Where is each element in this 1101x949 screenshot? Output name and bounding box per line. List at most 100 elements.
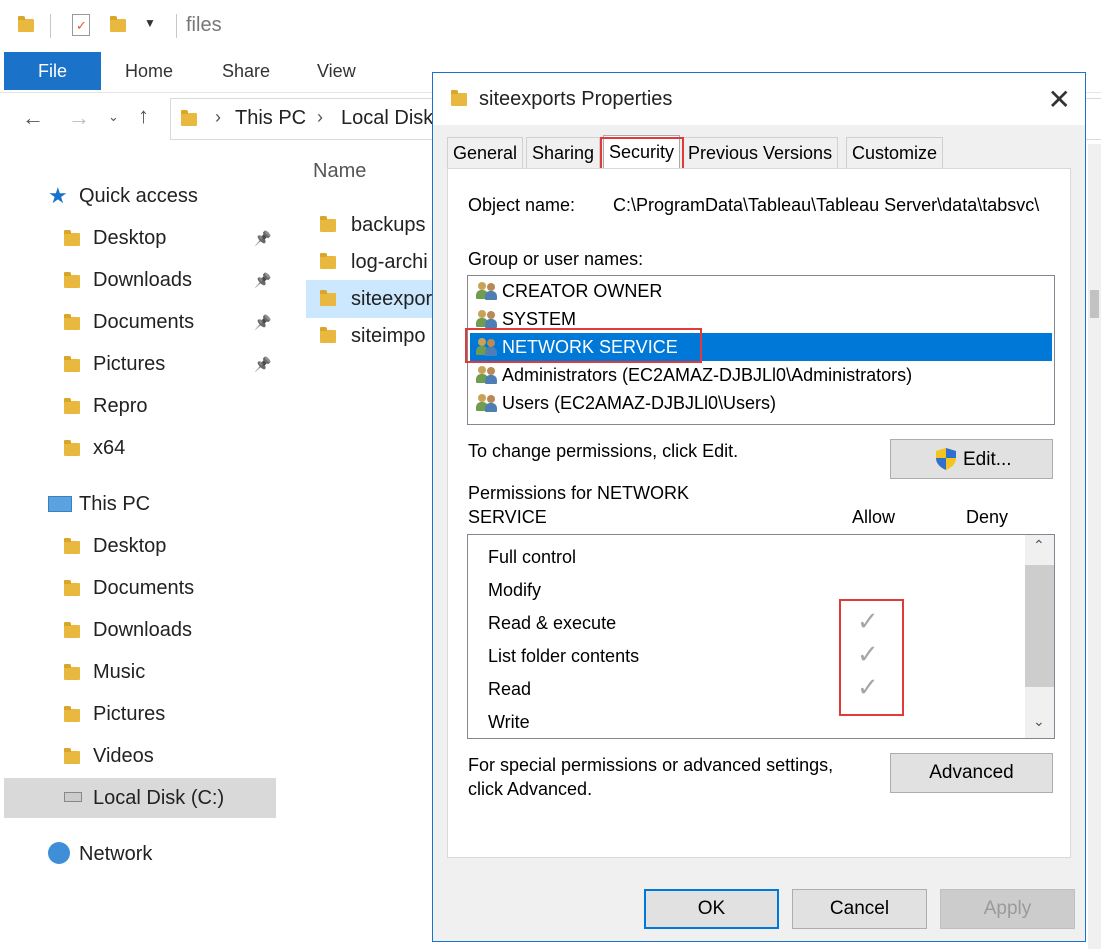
dialog-titlebar: siteexports Properties ✕ (433, 73, 1085, 125)
tab-customize[interactable]: Customize (846, 137, 944, 168)
file-list-item[interactable]: backups (306, 206, 432, 244)
permission-row-label: Full control (488, 547, 577, 567)
user-list-item[interactable]: Administrators (EC2AMAZ-DJBJLl0\Administ… (470, 361, 1052, 389)
pictures-folder-icon (64, 356, 80, 372)
tab-sharing[interactable]: Sharing (526, 137, 601, 168)
file-list-item[interactable]: log-archi (306, 243, 432, 281)
drive-icon (64, 792, 82, 802)
back-arrow-icon[interactable]: ← (22, 105, 44, 131)
breadcrumb-local-disk[interactable]: Local Disk (341, 107, 433, 130)
sidebar-item-documents[interactable]: Documents (62, 568, 280, 608)
folder-icon (320, 290, 336, 306)
sidebar-item-label: Documents (93, 577, 195, 599)
ribbon-tab-view[interactable]: View (317, 52, 356, 90)
sidebar-item-music[interactable]: Music (62, 652, 280, 692)
sidebar-item-label: Desktop (93, 535, 167, 557)
qat-dropdown-icon[interactable]: ▼ (144, 16, 156, 30)
permission-row-label: Read & execute (488, 613, 617, 633)
sidebar-item-documents[interactable]: Documents 📌 (62, 302, 280, 342)
sidebar-item-label: Documents (93, 311, 195, 333)
sidebar-item-desktop[interactable]: Desktop 📌 (62, 218, 280, 258)
sidebar-item-videos[interactable]: Videos (62, 736, 280, 776)
sidebar-item-quick-access[interactable]: ★ Quick access (48, 176, 278, 216)
recent-locations-chevron-icon[interactable]: ⌄ (108, 109, 119, 125)
qat-separator (50, 14, 51, 38)
permission-row-label: Modify (488, 580, 542, 600)
explorer-scroll-thumb[interactable] (1090, 290, 1099, 318)
explorer-titlebar: ✓ ▼ files (0, 0, 1101, 52)
cancel-button[interactable]: Cancel (792, 889, 927, 929)
pin-icon[interactable]: 📌 (254, 260, 271, 300)
close-icon[interactable]: ✕ (1048, 83, 1071, 116)
sidebar-item-downloads[interactable]: Downloads (62, 610, 280, 650)
properties-dialog: siteexports Properties ✕ General Sharing… (432, 72, 1086, 942)
title-separator (176, 14, 177, 38)
permissions-scroll-thumb[interactable] (1025, 565, 1054, 687)
network-icon (48, 842, 70, 864)
tab-previous-versions[interactable]: Previous Versions (682, 137, 839, 168)
folder-icon (320, 327, 336, 343)
desktop-folder-icon (64, 538, 80, 554)
scroll-down-icon[interactable]: ⌄ (1033, 713, 1045, 730)
sidebar-item-x64[interactable]: x64 (62, 428, 280, 468)
pictures-folder-icon (64, 706, 80, 722)
desktop-folder-icon (64, 230, 80, 246)
ribbon-tab-share[interactable]: Share (222, 52, 270, 90)
sidebar-item-network[interactable]: Network (48, 834, 278, 874)
permissions-for-label-line2: SERVICE (468, 507, 547, 527)
videos-folder-icon (64, 748, 80, 764)
column-header-name[interactable]: Name (313, 160, 366, 183)
advanced-button[interactable]: Advanced (890, 753, 1053, 793)
sidebar-item-label: x64 (93, 437, 126, 459)
folder-icon (451, 90, 467, 106)
scroll-up-icon[interactable]: ⌃ (1033, 537, 1045, 554)
file-list-item[interactable]: siteexpor (306, 280, 432, 318)
file-list-item[interactable]: siteimpo (306, 317, 432, 355)
security-panel: Object name: C:\ProgramData\Tableau\Tabl… (447, 168, 1071, 858)
properties-icon[interactable]: ✓ (72, 14, 90, 36)
sidebar-item-pictures[interactable]: Pictures (62, 694, 280, 734)
user-list-item[interactable]: Users (EC2AMAZ-DJBJLl0\Users) (470, 389, 1052, 417)
object-name-value: C:\ProgramData\Tableau\Tableau Server\da… (613, 195, 1040, 215)
new-folder-icon[interactable] (110, 16, 126, 32)
allow-column-header: Allow (852, 507, 896, 527)
pin-icon[interactable]: 📌 (254, 218, 271, 258)
apply-button[interactable]: Apply (940, 889, 1075, 929)
folder-icon (64, 398, 80, 414)
sidebar-item-label: Repro (93, 395, 148, 417)
sidebar-item-desktop[interactable]: Desktop (62, 526, 280, 566)
sidebar-item-label: Quick access (79, 185, 198, 207)
ok-button[interactable]: OK (644, 889, 779, 929)
forward-arrow-icon[interactable]: → (68, 105, 90, 131)
sidebar-item-pictures[interactable]: Pictures 📌 (62, 344, 280, 384)
up-arrow-icon[interactable]: ↑ (138, 103, 149, 129)
breadcrumb-this-pc[interactable]: This PC (235, 107, 306, 130)
user-list-item[interactable]: CREATOR OWNER (470, 277, 1052, 305)
ribbon-tab-file[interactable]: File (4, 52, 101, 90)
file-name: siteimpo (351, 325, 426, 347)
user-group-icon (476, 310, 498, 328)
edit-button[interactable]: Edit... (890, 439, 1053, 479)
change-permissions-hint: To change permissions, click Edit. (468, 441, 739, 461)
user-name: Users (EC2AMAZ-DJBJLl0\Users) (502, 393, 777, 413)
ribbon-tab-home[interactable]: Home (125, 52, 173, 90)
permissions-list[interactable]: ⌃ ⌄ Full control Modify Read & execute ✓ Lis… (467, 534, 1055, 739)
user-name: Administrators (EC2AMAZ-DJBJLl0\Administ… (502, 365, 913, 385)
explorer-scrollbar[interactable] (1088, 144, 1101, 949)
user-group-icon (476, 366, 498, 384)
sidebar-item-repro[interactable]: Repro (62, 386, 280, 426)
permissions-scrollbar[interactable]: ⌃ ⌄ (1025, 535, 1054, 738)
permissions-for-label: Permissions for NETWORK (468, 483, 690, 503)
sidebar-item-downloads[interactable]: Downloads 📌 (62, 260, 280, 300)
permission-row-label: List folder contents (488, 646, 640, 666)
sidebar-item-label: Music (93, 661, 146, 683)
network-service-highlight (465, 328, 702, 363)
pin-icon[interactable]: 📌 (254, 344, 271, 384)
pin-icon[interactable]: 📌 (254, 302, 271, 342)
allow-checks-highlight (839, 599, 904, 716)
tab-general[interactable]: General (447, 137, 524, 168)
sidebar-item-local-disk-c[interactable]: Local Disk (C:) (4, 778, 276, 818)
sidebar-item-label: Desktop (93, 227, 167, 249)
security-tab-highlight (600, 137, 684, 171)
sidebar-item-this-pc[interactable]: This PC (48, 484, 278, 524)
